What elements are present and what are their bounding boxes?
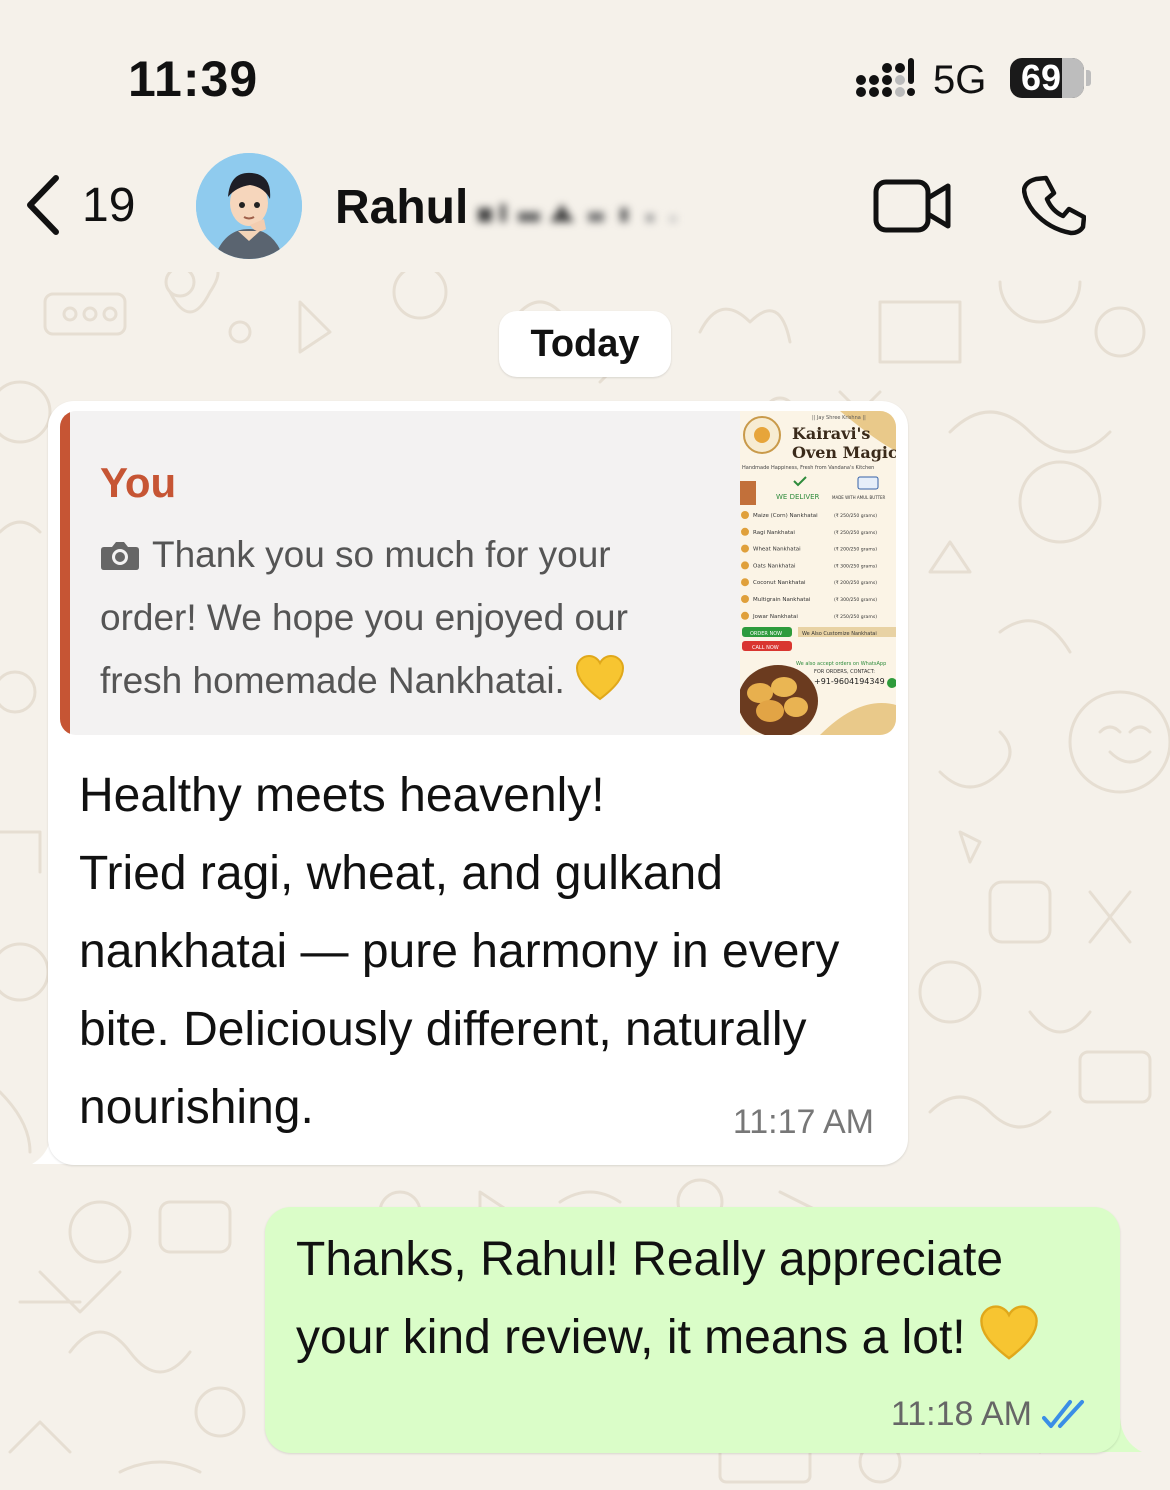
flyer-item-name: Ragi Nankhatai	[753, 530, 795, 536]
chevron-left-icon	[27, 175, 59, 235]
signal-icon	[856, 58, 915, 97]
incoming-text-line-2: Tried ragi, wheat, and gulkand nankhatai…	[79, 847, 840, 1134]
avatar-image	[196, 153, 302, 259]
avatar[interactable]	[196, 153, 302, 259]
flyer-phone: +91-9604194349	[814, 677, 885, 686]
flyer-item-bullet	[741, 527, 749, 536]
flyer-butter: MADE WITH AMUL BUTTER	[832, 495, 886, 500]
flyer-deliver: WE DELIVER	[776, 493, 820, 501]
yellow-heart-icon	[980, 1305, 1038, 1360]
flyer-item-name: Maize (Corn) Nankhatai	[753, 513, 818, 519]
flyer-item-name: Wheat Nankhatai	[753, 547, 801, 553]
network-type: 5G	[933, 58, 987, 102]
quote-text: Thank you so much for your order! We hop…	[100, 534, 628, 701]
outgoing-text: Thanks, Rahul! Really appreciate your ki…	[296, 1233, 1004, 1364]
status-bar: 11:39 5G 69	[0, 0, 1170, 140]
incoming-timestamp: 11:17 AM	[732, 1103, 874, 1141]
flyer-item-price: (₹ 300/250 grams)	[834, 597, 877, 603]
flyer-item-price: (₹ 300/250 grams)	[834, 563, 877, 569]
video-camera-icon[interactable]	[872, 178, 952, 234]
flyer-order-now: ORDER NOW	[750, 631, 782, 637]
outgoing-message-text: Thanks, Rahul! Really appreciate your ki…	[296, 1221, 1096, 1377]
incoming-message-bubble[interactable]: You Thank you so much for your order! We…	[48, 401, 908, 1165]
quote-accent-bar	[60, 411, 70, 735]
flyer-item-price: (₹ 250/250 grams)	[834, 513, 877, 519]
date-separator: Today	[499, 311, 671, 377]
flyer-item-name: Oats Nankhatai	[753, 563, 796, 569]
quote-text-block: Thank you so much for your order! We hop…	[100, 523, 700, 712]
unread-count: 19	[82, 178, 136, 232]
flyer-contact-label: FOR ORDERS, CONTACT:	[814, 669, 875, 675]
outgoing-meta: 11:18 AM	[891, 1395, 1090, 1434]
flyer-tagline: Handmade Happiness, Fresh from Vandana's…	[742, 465, 874, 471]
flyer-orders-line: We also accept orders on WhatsApp	[796, 661, 886, 667]
flyer-item-price: (₹ 250/250 grams)	[834, 614, 877, 620]
status-time: 11:39	[128, 51, 259, 107]
battery-tip	[1086, 70, 1091, 86]
flyer-brand-2: Oven Magic	[792, 443, 896, 462]
flyer-item-price: (₹ 200/250 grams)	[834, 547, 877, 553]
incoming-message-text: Healthy meets heavenly! Tried ragi, whea…	[79, 757, 889, 1147]
double-check-icon	[1042, 1399, 1084, 1428]
outgoing-timestamp: 11:18 AM	[890, 1395, 1032, 1433]
battery-indicator: 69	[1010, 58, 1084, 98]
battery-level: 69	[1020, 58, 1062, 98]
flyer-brand-1: Kairavi's	[792, 424, 870, 443]
quoted-flyer-thumbnail[interactable]: || Jay Shree Krishna || Kairavi's Oven M…	[740, 411, 896, 735]
flyer-customize: We Also Customize Nankhatai	[802, 631, 877, 637]
flyer-item-name: Jowar Nankhatai	[752, 614, 798, 620]
flyer-top-line: || Jay Shree Krishna ||	[812, 415, 866, 421]
outgoing-message-bubble[interactable]: Thanks, Rahul! Really appreciate your ki…	[265, 1207, 1120, 1453]
flyer-item-bullet	[741, 578, 749, 587]
flyer-item-bullet	[741, 595, 749, 603]
camera-icon	[101, 542, 139, 570]
incoming-text-line-1: Healthy meets heavenly!	[79, 769, 605, 822]
flyer-item-name: Multigrain Nankhatai	[753, 597, 811, 603]
flyer-call-now: CALL NOW	[752, 645, 779, 651]
flyer-item-bullet	[741, 544, 749, 553]
flyer-item-price: (₹ 200/250 grams)	[834, 580, 877, 586]
flyer-item-price: (₹ 250/250 grams)	[834, 530, 877, 536]
blurred-surname	[478, 204, 676, 222]
yellow-heart-icon	[576, 655, 625, 701]
phone-icon[interactable]	[1022, 174, 1086, 238]
flyer-item-bullet	[741, 561, 749, 570]
back-button[interactable]: 19	[22, 174, 135, 236]
quoted-reply[interactable]: You Thank you so much for your order! We…	[60, 411, 896, 735]
flyer-item-bullet	[741, 511, 749, 519]
quote-author: You	[100, 459, 177, 506]
chat-header: 19 Rahul	[0, 140, 1170, 272]
contact-name[interactable]: Rahul	[335, 180, 468, 235]
flyer-item-bullet	[741, 611, 749, 620]
flyer-item-name: Coconut Nankhatai	[753, 580, 806, 586]
